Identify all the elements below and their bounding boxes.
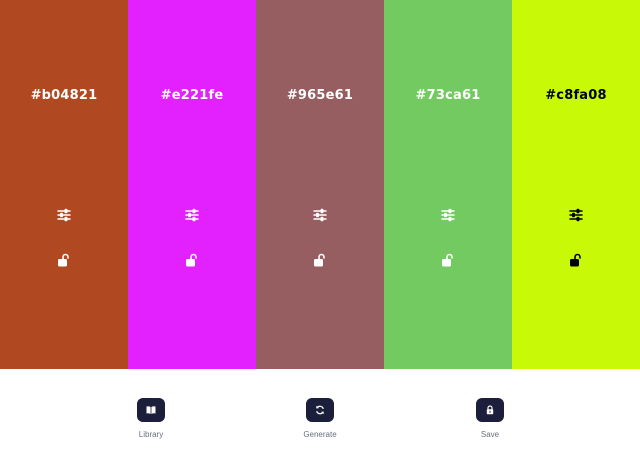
adjust-color-button[interactable]	[183, 206, 201, 224]
unlocked-padlock-icon	[58, 253, 69, 267]
hex-code[interactable]: #b04821	[0, 88, 128, 103]
unlocked-padlock-icon	[186, 253, 197, 267]
adjust-color-button[interactable]	[55, 206, 73, 224]
generate-label: Generate	[303, 430, 337, 439]
color-swatch-4[interactable]: #73ca61	[384, 0, 512, 369]
lock-toggle-button[interactable]	[439, 251, 457, 269]
save-label: Save	[480, 430, 500, 439]
library-button[interactable]	[137, 398, 165, 422]
save-tool: Save	[460, 398, 520, 439]
lock-toggle-button[interactable]	[55, 251, 73, 269]
adjust-color-button[interactable]	[311, 206, 329, 224]
lock-toggle-button[interactable]	[311, 251, 329, 269]
color-swatch-3[interactable]: #965e61	[256, 0, 384, 369]
hex-code[interactable]: #73ca61	[384, 88, 512, 103]
unlocked-padlock-icon	[570, 253, 581, 267]
library-tool: Library	[121, 398, 181, 439]
lock-toggle-button[interactable]	[567, 251, 585, 269]
library-label: Library	[138, 430, 164, 439]
generate-tool: Generate	[290, 398, 350, 439]
bottom-toolbar: Library Generate Save	[0, 369, 640, 462]
adjust-color-button[interactable]	[439, 206, 457, 224]
save-button[interactable]	[476, 398, 504, 422]
color-palette: #b04821 #e221fe #965e61 #73ca61 #c8fa08	[0, 0, 640, 369]
sliders-icon	[185, 208, 199, 222]
unlocked-padlock-icon	[314, 253, 325, 267]
color-swatch-1[interactable]: #b04821	[0, 0, 128, 369]
sliders-icon	[441, 208, 455, 222]
book-icon	[146, 406, 156, 414]
sliders-icon	[313, 208, 327, 222]
color-swatch-5[interactable]: #c8fa08	[512, 0, 640, 369]
generate-button[interactable]	[306, 398, 334, 422]
hex-code[interactable]: #e221fe	[128, 88, 256, 103]
hex-code[interactable]: #965e61	[256, 88, 384, 103]
sliders-icon	[569, 208, 583, 222]
color-swatch-2[interactable]: #e221fe	[128, 0, 256, 369]
hex-code[interactable]: #c8fa08	[512, 88, 640, 103]
unlocked-padlock-icon	[442, 253, 453, 267]
adjust-color-button[interactable]	[567, 206, 585, 224]
sliders-icon	[57, 208, 71, 222]
refresh-icon	[316, 405, 324, 415]
lock-toggle-button[interactable]	[183, 251, 201, 269]
lock-icon	[486, 405, 494, 415]
